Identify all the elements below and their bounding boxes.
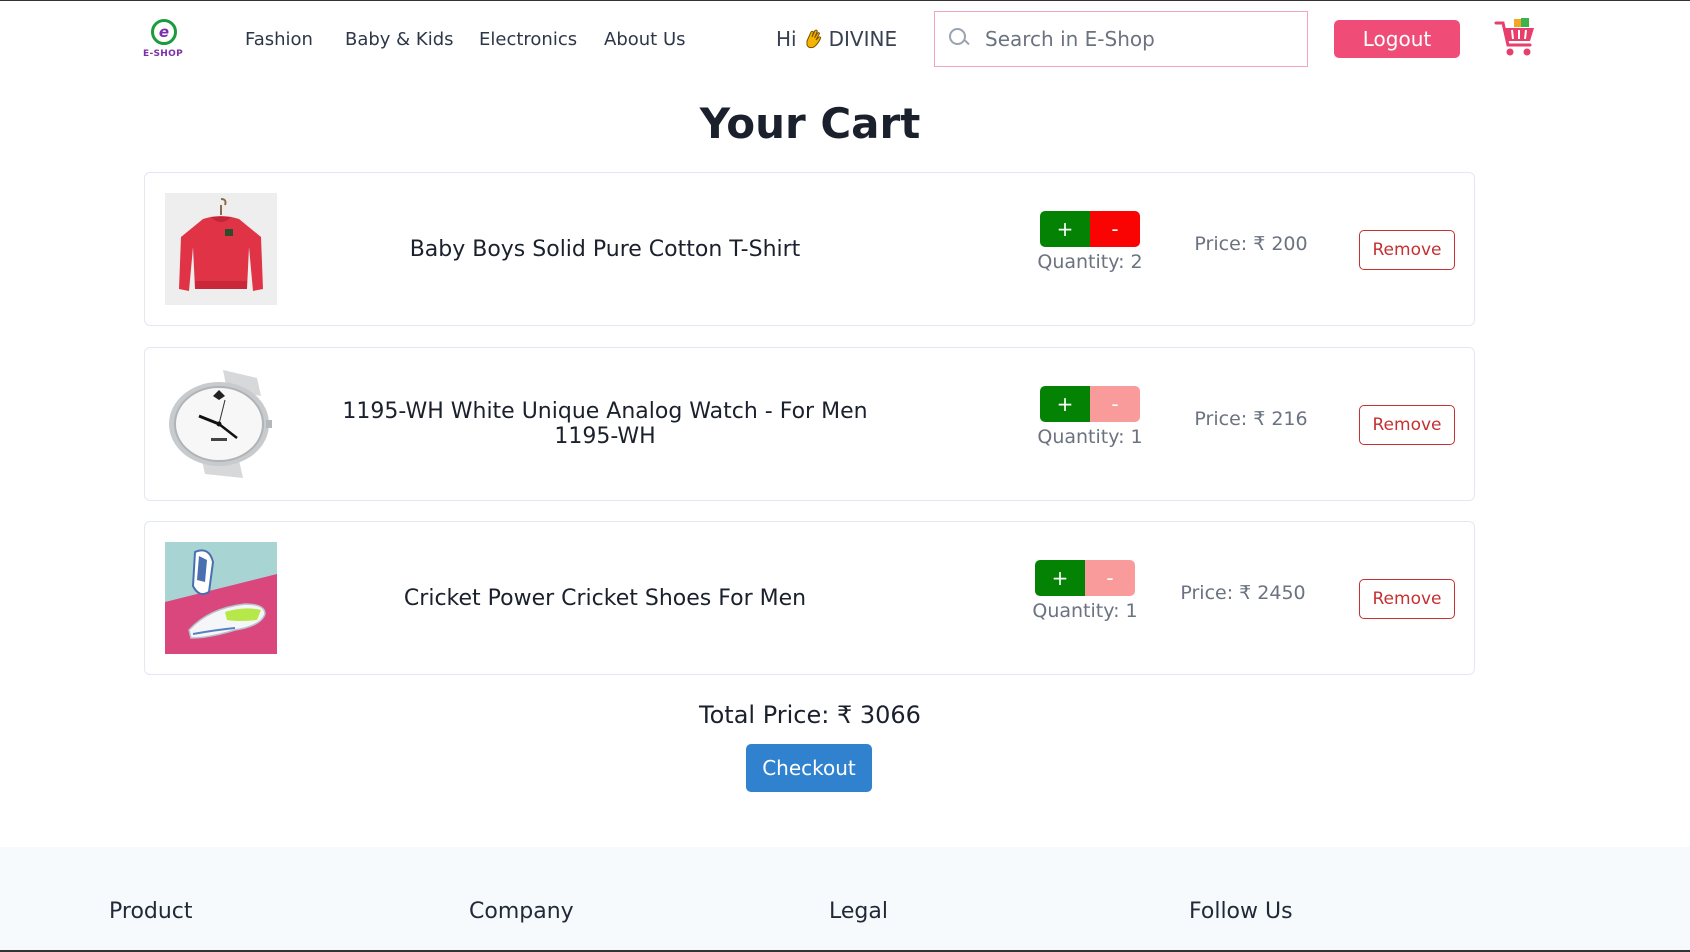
total-price: Total Price: ₹ 3066: [699, 701, 921, 729]
cricket-shoes-image: [165, 542, 277, 654]
footer-heading-legal: Legal: [829, 899, 888, 924]
search-icon: [949, 28, 971, 50]
item-price: Price: ₹ 2450: [1180, 582, 1306, 604]
nav-about-us[interactable]: About Us: [604, 29, 686, 50]
quantity-label: Quantity: 1: [1037, 426, 1143, 448]
remove-button[interactable]: Remove: [1359, 230, 1455, 270]
white-watch-image: [165, 368, 277, 480]
logo-mark: e: [151, 19, 177, 45]
cart-item: Cricket Power Cricket Shoes For Men + - …: [144, 521, 1475, 675]
item-name: Cricket Power Cricket Shoes For Men: [403, 585, 807, 611]
eshop-logo[interactable]: e E-SHOP: [140, 17, 186, 63]
nav-baby-kids[interactable]: Baby & Kids: [345, 29, 454, 50]
decrease-quantity-button[interactable]: -: [1090, 211, 1140, 247]
page-title: Your Cart: [699, 99, 921, 148]
cart-item: 1195-WH White Unique Analog Watch - For …: [144, 347, 1475, 501]
footer-heading-product: Product: [109, 899, 193, 924]
item-name: Baby Boys Solid Pure Cotton T-Shirt: [409, 236, 801, 262]
logout-button[interactable]: Logout: [1334, 20, 1460, 58]
red-tshirt-image: [165, 193, 277, 305]
increase-quantity-button[interactable]: +: [1040, 211, 1090, 247]
cart-item: Baby Boys Solid Pure Cotton T-Shirt + - …: [144, 172, 1475, 326]
decrease-quantity-button[interactable]: -: [1085, 560, 1135, 596]
footer-heading-company: Company: [469, 899, 574, 924]
search-input[interactable]: [983, 26, 1287, 52]
user-greeting: Hi DIVINE: [776, 27, 897, 51]
remove-button[interactable]: Remove: [1359, 405, 1455, 445]
quantity-label: Quantity: 1: [1032, 600, 1138, 622]
nav-electronics[interactable]: Electronics: [479, 29, 577, 50]
item-price: Price: ₹ 216: [1194, 408, 1308, 430]
remove-button[interactable]: Remove: [1359, 579, 1455, 619]
nav-fashion[interactable]: Fashion: [245, 29, 313, 50]
item-name: 1195-WH White Unique Analog Watch - For …: [342, 399, 868, 449]
quantity-label: Quantity: 2: [1037, 251, 1143, 273]
item-price: Price: ₹ 200: [1194, 233, 1308, 255]
quantity-stepper: + - Quantity: 1: [1030, 560, 1140, 622]
increase-quantity-button[interactable]: +: [1035, 560, 1085, 596]
user-name: DIVINE: [828, 27, 898, 51]
checkout-button[interactable]: Checkout: [746, 744, 872, 792]
site-header: e E-SHOP Fashion Baby & Kids Electronics…: [0, 1, 1690, 81]
site-footer: Product Company Legal Follow Us: [0, 847, 1690, 952]
waving-hand-icon: [801, 27, 825, 51]
increase-quantity-button[interactable]: +: [1040, 386, 1090, 422]
quantity-stepper: + - Quantity: 2: [1035, 211, 1145, 273]
footer-heading-follow-us: Follow Us: [1189, 899, 1293, 924]
greeting-prefix: Hi: [776, 27, 797, 51]
shopping-cart-icon[interactable]: [1494, 17, 1538, 59]
quantity-stepper: + - Quantity: 1: [1035, 386, 1145, 448]
decrease-quantity-button[interactable]: -: [1090, 386, 1140, 422]
logo-text: E-SHOP: [143, 49, 183, 59]
search-box[interactable]: [934, 11, 1308, 67]
